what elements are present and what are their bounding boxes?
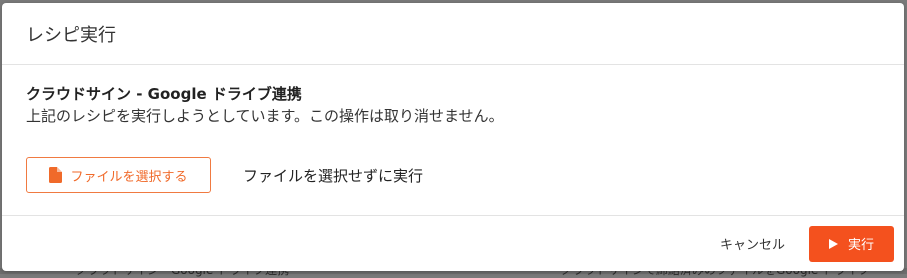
file-icon bbox=[49, 167, 63, 183]
dialog-header: レシピ実行 bbox=[2, 3, 904, 65]
run-without-file-link[interactable]: ファイルを選択せずに実行 bbox=[243, 165, 423, 186]
dialog-footer: キャンセル 実行 bbox=[2, 215, 904, 271]
cancel-button[interactable]: キャンセル bbox=[720, 234, 785, 253]
recipe-name: クラウドサイン - Google ドライブ連携 bbox=[26, 85, 302, 103]
select-file-button[interactable]: ファイルを選択する bbox=[26, 157, 211, 193]
recipe-description: 上記のレシピを実行しようとしています。この操作は取り消せません。 bbox=[26, 107, 504, 125]
file-options: ファイルを選択する ファイルを選択せずに実行 bbox=[26, 157, 880, 193]
recipe-run-dialog: レシピ実行 クラウドサイン - Google ドライブ連携 上記のレシピを実行し… bbox=[2, 3, 904, 271]
run-button[interactable]: 実行 bbox=[809, 225, 894, 262]
select-file-label: ファイルを選択する bbox=[70, 169, 188, 185]
run-button-label: 実行 bbox=[847, 238, 874, 253]
dialog-title: レシピ実行 bbox=[26, 24, 116, 46]
dialog-body: クラウドサイン - Google ドライブ連携 上記のレシピを実行しようとしてい… bbox=[2, 65, 904, 193]
play-icon bbox=[828, 238, 838, 249]
